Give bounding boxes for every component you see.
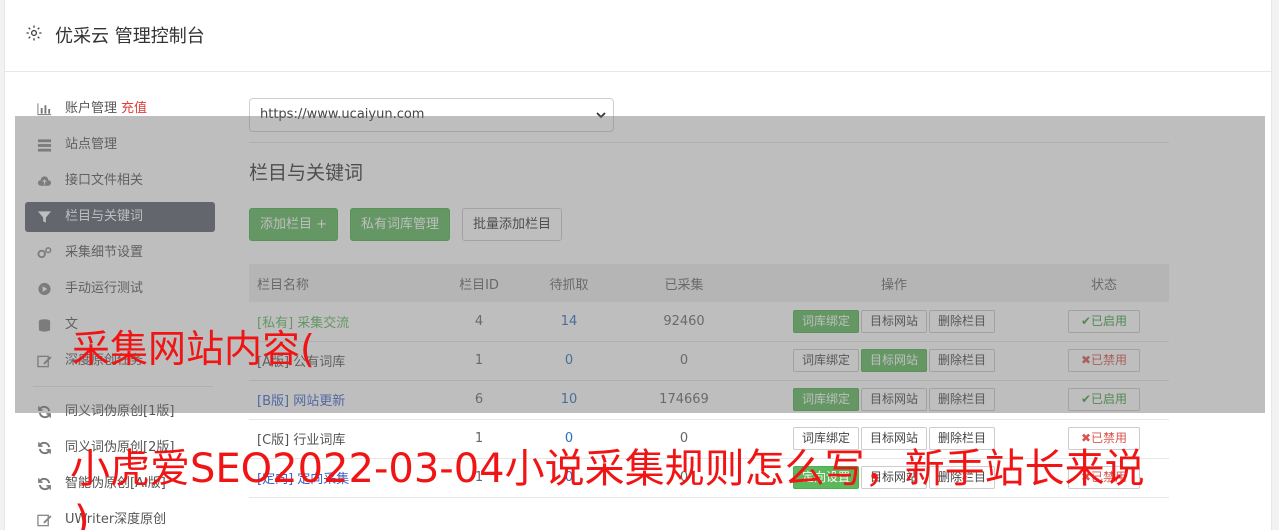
watermark-line-3: ) <box>74 498 90 530</box>
refresh-icon <box>38 441 51 455</box>
edit-icon <box>37 514 52 527</box>
sidebar-item-label: 账户管理 <box>65 101 118 116</box>
recharge-link[interactable]: 充值 <box>121 101 147 116</box>
watermark-line-1: 采集网站内容( <box>72 327 315 371</box>
console-title: 优采云 管理控制台 <box>55 26 205 47</box>
top-bar: 优采云 管理控制台 <box>5 0 1271 72</box>
refresh-icon <box>38 477 51 491</box>
watermark-line-2: 小虎爱SEO2022-03-04小说采集规则怎么写，新手站长来说 <box>70 446 1145 492</box>
gear-icon <box>26 25 42 41</box>
sidebar-item-uwriter[interactable]: UWriter深度原创 <box>25 505 215 530</box>
bar-chart-icon <box>37 103 52 116</box>
